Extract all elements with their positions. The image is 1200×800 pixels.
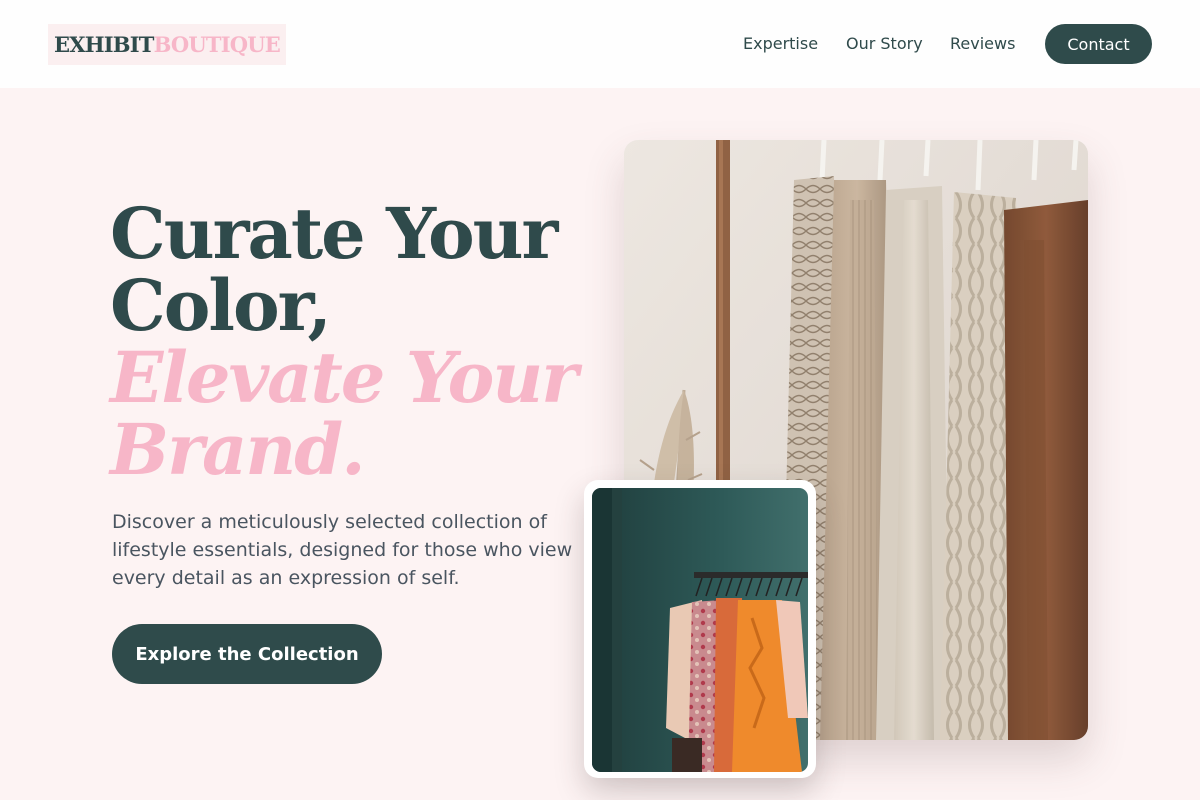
brand-name-part1: EXHIBIT bbox=[54, 32, 154, 57]
headline-line-2: Color, bbox=[110, 264, 332, 347]
hero-intro-text: Discover a meticulously selected collect… bbox=[112, 511, 573, 589]
headline-line-3: Elevate Your bbox=[110, 336, 578, 419]
nav-link-reviews[interactable]: Reviews bbox=[950, 33, 1015, 55]
headline-line-4: Brand. bbox=[110, 408, 366, 491]
contact-button[interactable]: Contact bbox=[1045, 24, 1152, 64]
headline-line-1: Curate Your bbox=[110, 192, 558, 275]
brand-logo[interactable]: EXHIBIT BOUTIQUE bbox=[48, 24, 286, 65]
inset-boutique-rack-image bbox=[592, 488, 808, 772]
explore-collection-button[interactable]: Explore the Collection bbox=[112, 624, 382, 684]
inset-image-frame bbox=[584, 480, 816, 778]
boutique-rack-illustration bbox=[592, 488, 808, 772]
nav-link-our-story[interactable]: Our Story bbox=[846, 33, 923, 55]
brand-name-part2: BOUTIQUE bbox=[153, 32, 281, 57]
nav-link-expertise[interactable]: Expertise bbox=[743, 33, 818, 55]
top-navigation: EXHIBIT BOUTIQUE Expertise Our Story Revi… bbox=[0, 0, 1200, 88]
hero-headline: Curate Your Color, Elevate Your Brand. bbox=[110, 198, 590, 486]
